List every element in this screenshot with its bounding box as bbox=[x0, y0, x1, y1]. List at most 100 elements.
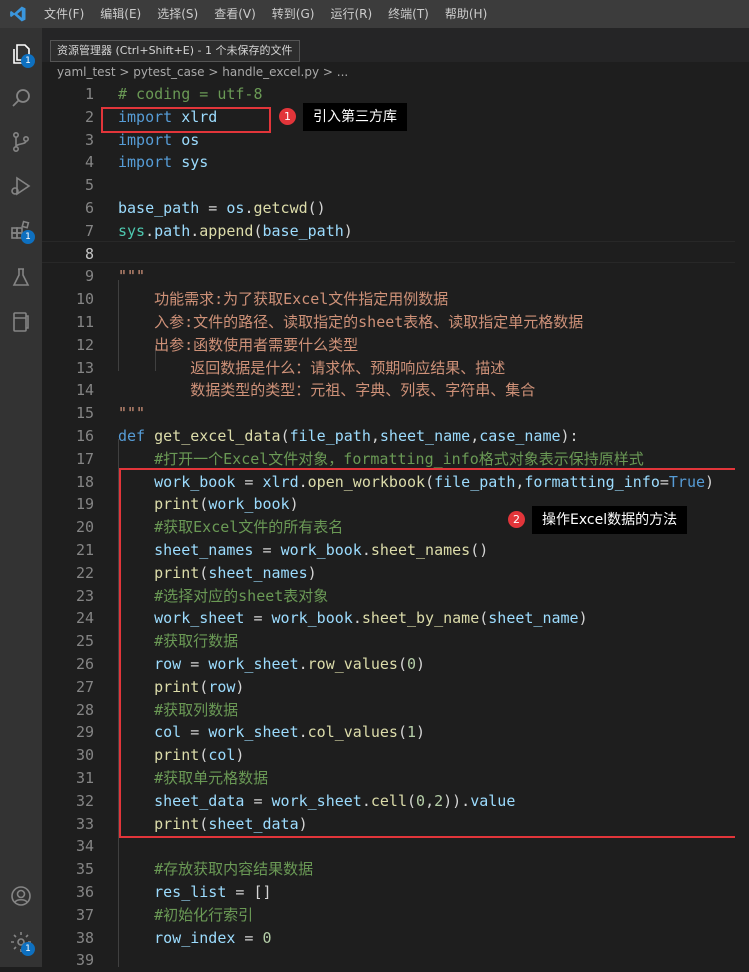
code-token: import bbox=[118, 153, 173, 172]
code-line[interactable]: 13 返回数据是什么：请求体、预期响应结果、描述 bbox=[42, 357, 749, 380]
code-token: . bbox=[190, 221, 200, 240]
code-text: import sys bbox=[118, 151, 208, 174]
code-text: """ bbox=[118, 265, 145, 288]
code-line[interactable]: 10 功能需求:为了获取Excel文件指定用例数据 bbox=[42, 288, 749, 311]
menu-item[interactable]: 帮助(H) bbox=[437, 0, 495, 28]
editor-scrollbar[interactable] bbox=[735, 82, 749, 967]
code-line[interactable]: 39 bbox=[42, 949, 749, 972]
line-number: 9 bbox=[84, 267, 94, 286]
line-number: 29 bbox=[75, 723, 94, 742]
code-token: . bbox=[145, 221, 155, 240]
code-line[interactable]: 15 """ bbox=[42, 402, 749, 425]
code-token: path bbox=[154, 221, 191, 240]
breadcrumb-file[interactable]: handle_excel.py bbox=[222, 62, 319, 82]
line-number: 23 bbox=[75, 586, 94, 605]
extensions-icon[interactable]: 1 bbox=[0, 210, 42, 250]
code-text: """ bbox=[118, 402, 145, 425]
line-number: 31 bbox=[75, 769, 94, 787]
remote-explorer-icon[interactable] bbox=[0, 302, 42, 342]
testing-flask-icon[interactable] bbox=[0, 258, 42, 298]
code-text: res_list = [] bbox=[118, 881, 271, 904]
code-token: """ bbox=[118, 267, 146, 286]
menu-item[interactable]: 查看(V) bbox=[206, 0, 264, 28]
code-line[interactable]: 8 bbox=[42, 243, 749, 266]
code-line[interactable]: 5 bbox=[42, 174, 749, 197]
line-number: 21 bbox=[75, 541, 94, 559]
menu-item[interactable]: 编辑(E) bbox=[92, 0, 149, 28]
code-line[interactable]: 9 """ bbox=[42, 265, 749, 288]
code-token: ( bbox=[253, 221, 263, 240]
code-line[interactable]: 7 sys.path.append(base_path) bbox=[42, 220, 749, 243]
run-debug-icon[interactable] bbox=[0, 166, 42, 206]
breadcrumb-folder-pytest-case[interactable]: pytest_case bbox=[133, 62, 204, 82]
code-token: get_excel_data bbox=[154, 427, 281, 445]
extensions-badge: 1 bbox=[21, 230, 35, 244]
code-text: def get_excel_data(file_path,sheet_name,… bbox=[118, 425, 579, 448]
code-token: os bbox=[181, 130, 200, 149]
code-token: 出参:函数使用者需要什么类型 bbox=[118, 335, 359, 354]
menu-item[interactable]: 运行(R) bbox=[322, 0, 380, 28]
code-token: 入参:文件的路径、读取指定的sheet表格、读取指定单元格数据 bbox=[118, 313, 584, 331]
code-line[interactable]: 34 bbox=[42, 835, 749, 858]
explorer-tooltip: 资源管理器 (Ctrl+Shift+E) - 1 个未保存的文件 bbox=[50, 40, 300, 62]
code-token: sheet_name bbox=[379, 427, 471, 445]
explorer-files-icon[interactable]: 1 bbox=[0, 34, 42, 74]
menu-item[interactable]: 选择(S) bbox=[149, 0, 206, 28]
code-text: #初始化行索引 bbox=[118, 904, 253, 927]
line-number: 24 bbox=[75, 609, 94, 628]
code-token: os bbox=[226, 199, 245, 217]
highlight-box-import bbox=[101, 107, 271, 133]
source-control-icon[interactable] bbox=[0, 122, 42, 162]
code-token: sys bbox=[118, 221, 146, 240]
code-token: , bbox=[370, 427, 380, 445]
code-token: base_path bbox=[118, 199, 200, 217]
code-token: #初始化行索引 bbox=[154, 905, 254, 924]
code-token: 返回数据是什么：请求体、预期响应结果、描述 bbox=[118, 358, 506, 377]
account-icon[interactable] bbox=[0, 876, 42, 916]
code-line[interactable]: 12 出参:函数使用者需要什么类型 bbox=[42, 334, 749, 357]
code-token: , bbox=[470, 427, 480, 445]
code-text: #存放获取内容结果数据 bbox=[118, 858, 313, 881]
menu-item[interactable]: 文件(F) bbox=[36, 0, 92, 28]
code-line[interactable]: 36 res_list = [] bbox=[42, 881, 749, 904]
code-token: sys bbox=[181, 153, 209, 172]
code-token: import bbox=[118, 130, 173, 149]
code-line[interactable]: 4 import sys bbox=[42, 151, 749, 174]
line-number: 27 bbox=[75, 677, 94, 696]
annotation-callout-1: 引入第三方库 bbox=[303, 103, 407, 131]
line-number: 28 bbox=[75, 700, 94, 719]
code-line[interactable]: 6 base_path = os.getcwd() bbox=[42, 197, 749, 220]
line-number: 18 bbox=[75, 472, 94, 491]
code-line[interactable]: 37 #初始化行索引 bbox=[42, 904, 749, 927]
line-number: 8 bbox=[84, 244, 94, 263]
code-line[interactable]: 14 数据类型的类型：元祖、字典、列表、字符串、集合 bbox=[42, 379, 749, 402]
breadcrumb-more[interactable]: ... bbox=[337, 62, 348, 82]
menu-item[interactable]: 终端(T) bbox=[380, 0, 437, 28]
annotation-marker-1: 1 bbox=[279, 108, 296, 125]
line-number: 15 bbox=[75, 404, 94, 423]
code-token: getcwd bbox=[253, 199, 308, 217]
search-icon[interactable] bbox=[0, 78, 42, 118]
code-text: row_index = 0 bbox=[118, 927, 272, 950]
line-number: 16 bbox=[75, 427, 94, 445]
code-token: 0 bbox=[262, 928, 272, 947]
code-token: append bbox=[199, 221, 254, 240]
code-line[interactable]: 38 row_index = 0 bbox=[42, 927, 749, 950]
line-number: 26 bbox=[75, 655, 94, 673]
settings-gear-icon[interactable]: 1 bbox=[0, 922, 42, 962]
code-token: = bbox=[235, 928, 263, 947]
menu-item[interactable]: 转到(G) bbox=[264, 0, 323, 28]
code-token: row_index bbox=[154, 928, 236, 947]
line-number: 14 bbox=[75, 381, 94, 400]
breadcrumb-folder-yaml-test[interactable]: yaml_test bbox=[57, 62, 116, 82]
code-line[interactable]: 16 def get_excel_data(file_path,sheet_nam… bbox=[42, 425, 749, 448]
code-token: base_path bbox=[262, 221, 344, 240]
code-text: 数据类型的类型：元祖、字典、列表、字符串、集合 bbox=[118, 379, 535, 402]
code-text: 返回数据是什么：请求体、预期响应结果、描述 bbox=[118, 357, 505, 380]
code-line[interactable]: 11 入参:文件的路径、读取指定的sheet表格、读取指定单元格数据 bbox=[42, 311, 749, 334]
code-line[interactable]: 35 #存放获取内容结果数据 bbox=[42, 858, 749, 881]
